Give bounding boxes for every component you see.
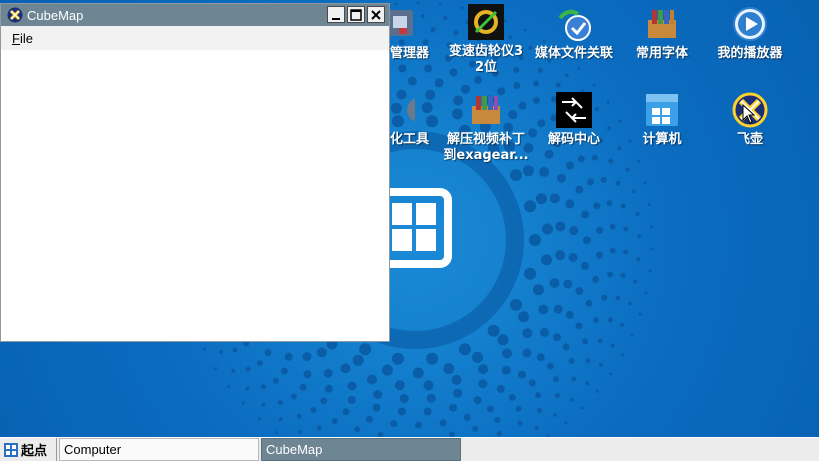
close-icon — [371, 9, 381, 20]
computer-icon — [646, 94, 678, 126]
archive-icon — [472, 96, 500, 124]
font-archive-icon — [648, 10, 676, 38]
start-grid-icon — [4, 442, 18, 457]
menu-file-label: ile — [19, 30, 33, 46]
desktop-icon-my-player[interactable]: 我的播放器 — [706, 6, 794, 62]
taskbar-item-computer[interactable]: Computer — [59, 438, 259, 461]
player-icon — [733, 7, 767, 41]
desktop-icon-label: 变速齿轮仪3 2位 — [448, 44, 524, 75]
menu-file[interactable]: File — [12, 31, 33, 46]
taskbar-item-cubemap[interactable]: CubeMap — [261, 438, 461, 461]
window-controls — [327, 6, 385, 23]
desktop-icon-label: 计算机 — [642, 132, 682, 147]
maximize-button[interactable] — [347, 6, 365, 23]
maximize-icon — [350, 8, 362, 21]
media-association-icon — [558, 9, 591, 41]
taskbar: 起点 Computer CubeMap — [0, 437, 819, 461]
desktop-icon-decoder-center[interactable]: 解码中心 — [530, 92, 618, 148]
start-label: 起点 — [21, 444, 48, 459]
desktop-icon-speed-gear[interactable]: 变速齿轮仪3 2位 — [442, 4, 530, 76]
speed-gear-icon — [468, 4, 504, 40]
cubemap-window[interactable]: CubeMap File — [0, 3, 390, 342]
mouse-cursor-icon — [742, 104, 756, 124]
desktop-icon-computer[interactable]: 计算机 — [618, 92, 706, 148]
desktop-icon-unzip-video-patch[interactable]: 解压视频补丁 到exagear... — [442, 92, 530, 164]
desktop-icon-label: 我的播放器 — [717, 46, 783, 61]
close-button[interactable] — [367, 6, 385, 23]
desktop-icon-common-fonts[interactable]: 常用字体 — [618, 6, 706, 62]
start-button[interactable]: 起点 — [0, 438, 57, 461]
desktop-icon-label: 媒体文件关联 — [534, 46, 613, 61]
minimize-icon — [332, 17, 340, 20]
menu-file-mnemonic: F — [12, 30, 20, 46]
app-icon — [7, 7, 23, 23]
decoder-icon — [556, 92, 592, 128]
menu-bar: File — [1, 26, 389, 50]
window-title: CubeMap — [27, 7, 84, 23]
window-titlebar[interactable]: CubeMap — [1, 4, 389, 26]
window-client-area[interactable] — [1, 50, 389, 341]
desktop-icon-label: 解码中心 — [547, 132, 600, 147]
desktop-icon-media-association[interactable]: 媒体文件关联 — [530, 6, 618, 62]
minimize-button[interactable] — [327, 6, 345, 23]
desktop-icon-label: 常用字体 — [635, 46, 688, 61]
desktop-icon-label: 飞壶 — [736, 132, 763, 147]
desktop-icon-label: 解压视频补丁 到exagear... — [443, 132, 529, 163]
